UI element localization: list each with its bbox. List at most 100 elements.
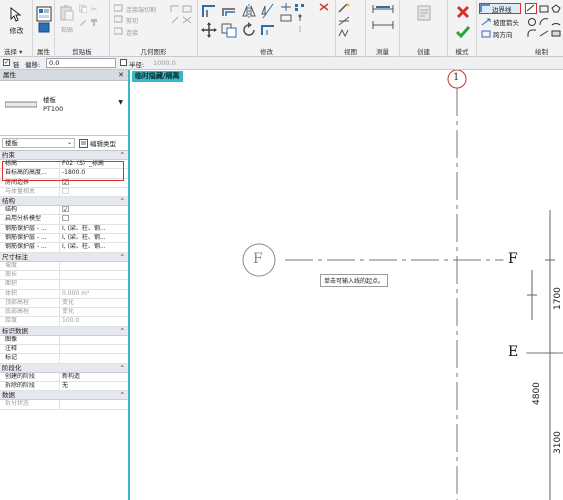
boundary-line-button[interactable]: 边界线: [479, 3, 521, 14]
property-row-rebar-cover-bottom[interactable]: 钢筋保护层 - ... I, (梁、柱、钢...: [0, 234, 128, 244]
rectangle-tool-icon[interactable]: [539, 4, 549, 13]
property-value: 变化: [62, 298, 75, 306]
offset-input[interactable]: 0.0: [46, 58, 116, 68]
property-value[interactable]: I, (梁、柱、钢...: [60, 225, 128, 233]
modify-button-label[interactable]: 修改: [0, 26, 33, 36]
property-value[interactable]: -1800.0: [60, 169, 128, 177]
property-row-structural[interactable]: 结构 ☑: [0, 206, 128, 216]
chain-checkbox[interactable]: ✓: [3, 59, 10, 66]
chevron-down-icon[interactable]: ▼: [118, 99, 123, 106]
create-similar-icon[interactable]: [416, 5, 432, 23]
arc-center-tool-icon[interactable]: [551, 17, 561, 26]
property-checkbox[interactable]: ☑: [60, 179, 128, 187]
property-value[interactable]: 无: [60, 382, 128, 390]
collapse-icon[interactable]: ⌃: [120, 364, 125, 373]
join-geometry-icon: [114, 27, 124, 35]
slope-arrow-button[interactable]: 坡度箭头: [481, 17, 519, 27]
mirror-axis-icon[interactable]: [241, 3, 257, 19]
fillet-arc-tool-icon[interactable]: [527, 29, 537, 38]
mirror-draw-icon[interactable]: [260, 3, 276, 19]
dimension-label-1700[interactable]: 1700: [553, 287, 563, 310]
modify-panel-label: 修改: [260, 48, 273, 56]
section-structural[interactable]: 结构 ⌃: [0, 197, 128, 207]
properties-palette: 属性 ✕ 楼板 PT100 ▼ 楼板 ⌄ 编辑类型 约束 ⌃ 标高 F02（S）_标…: [0, 70, 130, 500]
property-checkbox[interactable]: ☑: [60, 206, 128, 214]
property-value[interactable]: I, (梁、柱、钢...: [60, 234, 128, 242]
property-row-analytical-model[interactable]: 启用分析模型 ☐: [0, 215, 128, 225]
property-key: 周长: [0, 270, 60, 280]
pin-icon[interactable]: [294, 14, 306, 22]
property-value[interactable]: I, (梁、柱、钢...: [60, 243, 128, 251]
unpin-icon[interactable]: [294, 25, 306, 33]
property-key: 结构: [0, 206, 60, 215]
modify-cursor-icon[interactable]: [9, 6, 23, 22]
dimension-icon[interactable]: [372, 20, 394, 30]
collapse-icon[interactable]: ⌃: [120, 151, 125, 160]
property-row-rebar-cover-top[interactable]: 钢筋保护层 - ... I, (梁、柱、钢...: [0, 224, 128, 235]
property-key: 钢筋保护层 - ...: [0, 234, 60, 243]
collapse-icon[interactable]: ⌃: [120, 197, 125, 206]
polygon-tool-icon[interactable]: [551, 4, 561, 13]
section-dimensions[interactable]: 尺寸标注 ⌃: [0, 252, 128, 262]
close-icon[interactable]: ✕: [118, 70, 124, 81]
dimension-label-4800[interactable]: 4800: [532, 382, 542, 405]
property-value[interactable]: [60, 345, 128, 353]
arc-tool-icon[interactable]: [539, 17, 549, 26]
circle-tool-icon[interactable]: [527, 17, 537, 26]
property-row-level[interactable]: 标高 F02（S）_标高: [0, 160, 128, 170]
property-row-rebar-cover-other[interactable]: 钢筋保护层 - ... I, (梁、柱、钢...: [0, 243, 128, 253]
properties-icon[interactable]: [35, 5, 53, 35]
offset-icon[interactable]: [221, 3, 237, 19]
finish-edit-mode-icon[interactable]: [456, 25, 470, 39]
measure-icon[interactable]: [372, 5, 394, 13]
property-row-comments[interactable]: 注释: [0, 345, 128, 355]
pick-lines-tool-icon[interactable]: [539, 29, 549, 38]
property-row-phase-created[interactable]: 创建的阶段 新构造: [0, 372, 128, 382]
section-constraints[interactable]: 约束 ⌃: [0, 151, 128, 160]
override-graphics-icon[interactable]: [338, 3, 350, 13]
options-bar: ✓ 链 偏移: 0.0 半径: 1000.0: [0, 57, 563, 70]
array-icon[interactable]: [294, 3, 306, 11]
draw-label: 绘制: [535, 48, 548, 56]
property-value: [60, 262, 128, 270]
hide-icon[interactable]: [338, 16, 350, 26]
property-value[interactable]: F02（S）_标高: [60, 160, 128, 168]
delete-icon[interactable]: [316, 3, 330, 11]
drawing-canvas[interactable]: 1 F F E 单击可输入线的起点。 1700 4800 3100: [132, 70, 563, 500]
rotate-icon[interactable]: [241, 22, 257, 38]
radius-checkbox[interactable]: [120, 59, 127, 66]
pick-walls-tool-icon[interactable]: [551, 29, 561, 38]
property-value[interactable]: [60, 354, 128, 362]
move-icon[interactable]: [201, 22, 217, 38]
collapse-icon[interactable]: ⌃: [120, 327, 125, 336]
property-row-phase-demolished[interactable]: 拆除的阶段无: [0, 381, 128, 392]
type-selector[interactable]: 楼板 PT100 ▼: [0, 81, 128, 136]
trim-extend-icon[interactable]: [260, 22, 276, 38]
property-row-height-offset[interactable]: 自标高的高度... -1800.0: [0, 169, 128, 179]
linework-icon[interactable]: [338, 28, 350, 38]
collapse-icon[interactable]: ⌃: [120, 253, 125, 262]
scale-icon[interactable]: [280, 14, 292, 22]
span-direction-button[interactable]: 跨方向: [481, 29, 513, 39]
property-row-perimeter: 周长: [0, 270, 128, 281]
section-phasing[interactable]: 阶段化 ⌃: [0, 363, 128, 373]
section-data[interactable]: 数据 ⌃: [0, 391, 128, 401]
property-row-mark[interactable]: 标记: [0, 354, 128, 364]
edit-type-button[interactable]: 编辑类型: [79, 138, 116, 148]
property-row-room-bounding[interactable]: 房间边界 ☑: [0, 178, 128, 188]
dimension-label-3100[interactable]: 3100: [553, 431, 563, 454]
match-icon: [79, 18, 87, 26]
select-dropdown[interactable]: 选择 ▾: [4, 46, 22, 56]
cancel-edit-mode-icon[interactable]: [456, 5, 470, 19]
property-checkbox[interactable]: ☐: [60, 215, 128, 223]
property-value[interactable]: 新构造: [60, 373, 128, 381]
align-icon[interactable]: [201, 3, 217, 19]
copy-element-icon[interactable]: [221, 22, 237, 38]
section-identity-data[interactable]: 标识数据 ⌃: [0, 326, 128, 336]
collapse-icon[interactable]: ⌃: [120, 391, 125, 400]
instance-filter-dropdown[interactable]: 楼板 ⌄: [2, 138, 75, 148]
property-value[interactable]: [60, 336, 128, 344]
split-icon[interactable]: [280, 3, 292, 11]
property-row-image[interactable]: 图像: [0, 335, 128, 346]
draw-line-tool[interactable]: [525, 3, 537, 14]
